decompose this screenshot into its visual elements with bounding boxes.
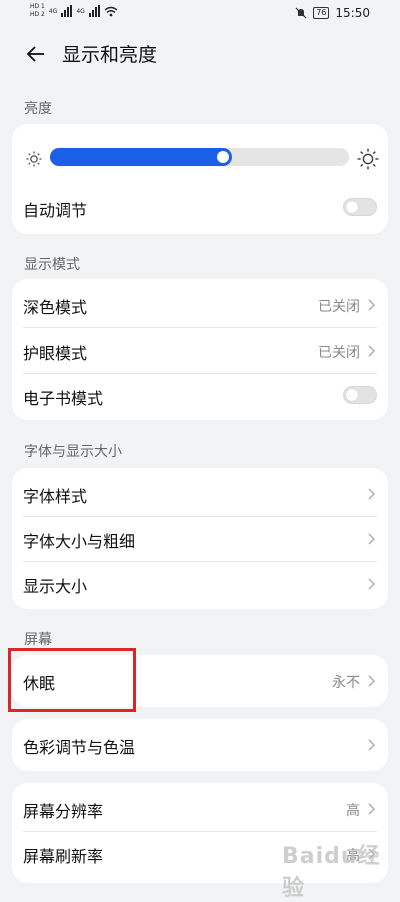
divider (23, 327, 377, 328)
section-screen: 屏幕 (24, 632, 52, 648)
brightness-slider[interactable] (50, 148, 349, 166)
sim-indicators: HD 1 HD 2 (30, 3, 45, 19)
refresh-rate-label: 屏幕刷新率 (23, 847, 104, 866)
status-bar: HD 1 HD 2 4G 4G 76 15:50 (0, 0, 400, 28)
clock: 15:50 (335, 6, 370, 20)
brightness-slider-thumb[interactable] (217, 151, 229, 163)
battery-indicator: 76 (313, 7, 330, 19)
sim2-label: HD 2 (30, 11, 45, 18)
brightness-high-icon (357, 148, 379, 170)
ebook-mode-toggle[interactable] (343, 386, 377, 404)
dark-mode-label: 深色模式 (23, 298, 88, 317)
mute-bell-icon (295, 7, 307, 19)
network1-label: 4G (48, 7, 58, 15)
ebook-mode-row[interactable]: 电子书模式 (12, 374, 388, 418)
eye-comfort-label: 护眼模式 (23, 344, 88, 363)
resolution-value: 高 (346, 803, 360, 819)
section-display-mode: 显示模式 (24, 257, 80, 273)
chevron-right-icon (368, 488, 375, 500)
section-brightness: 亮度 (24, 101, 52, 117)
auto-brightness-toggle[interactable] (343, 198, 377, 216)
dark-mode-value: 已关闭 (318, 299, 360, 315)
brightness-slider-fill (50, 148, 232, 166)
chevron-right-icon (368, 578, 375, 590)
section-font: 字体与显示大小 (24, 444, 122, 460)
eye-comfort-value: 已关闭 (318, 345, 360, 361)
font-size-row[interactable]: 字体大小与粗细 (12, 517, 388, 561)
back-arrow-icon[interactable] (24, 42, 48, 66)
chevron-right-icon (368, 739, 375, 751)
auto-brightness-row[interactable]: 自动调节 (12, 186, 388, 230)
signal2-icon (88, 5, 100, 17)
brightness-low-icon (26, 151, 42, 167)
eye-comfort-row[interactable]: 护眼模式 已关闭 (12, 329, 388, 373)
chevron-right-icon (368, 675, 375, 687)
display-size-label: 显示大小 (23, 577, 88, 596)
sleep-value: 永不 (332, 675, 360, 691)
chevron-right-icon (368, 345, 375, 357)
chevron-right-icon (368, 803, 375, 815)
font-card: 字体样式 字体大小与粗细 显示大小 (12, 468, 388, 609)
sleep-highlight-box (8, 648, 136, 712)
brightness-card: 自动调节 (12, 124, 388, 234)
wifi-icon (104, 6, 118, 16)
network2-label: 4G (76, 7, 85, 15)
font-style-row[interactable]: 字体样式 (12, 472, 388, 516)
page-title: 显示和亮度 (62, 44, 158, 66)
resolution-row[interactable]: 屏幕分辨率 高 (12, 787, 388, 831)
sim1-label: HD 1 (30, 3, 45, 10)
chevron-right-icon (368, 299, 375, 311)
ebook-mode-label: 电子书模式 (23, 389, 104, 408)
header: 显示和亮度 (0, 36, 400, 72)
font-size-label: 字体大小与粗细 (23, 532, 136, 551)
display-mode-card: 深色模式 已关闭 护眼模式 已关闭 电子书模式 (12, 279, 388, 420)
color-temperature-row[interactable]: 色彩调节与色温 (12, 723, 388, 767)
dark-mode-row[interactable]: 深色模式 已关闭 (12, 283, 388, 327)
color-card: 色彩调节与色温 (12, 719, 388, 771)
font-style-label: 字体样式 (23, 487, 88, 506)
chevron-right-icon (368, 533, 375, 545)
watermark: Baidu经验 (282, 844, 381, 901)
color-temperature-label: 色彩调节与色温 (23, 738, 136, 757)
auto-brightness-label: 自动调节 (23, 201, 88, 220)
display-size-row[interactable]: 显示大小 (12, 562, 388, 606)
resolution-label: 屏幕分辨率 (23, 802, 104, 821)
signal-icon (61, 5, 73, 17)
